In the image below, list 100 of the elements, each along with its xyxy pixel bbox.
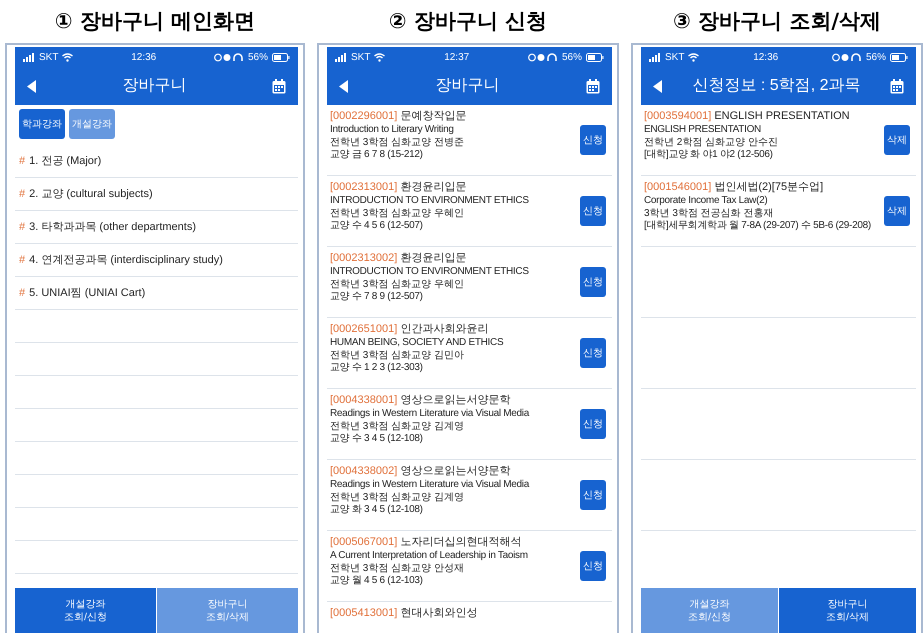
wifi-icon <box>688 52 700 62</box>
course-schedule: 교양 화 3 4 5 (12-108) <box>330 504 424 516</box>
hash-marker: # <box>19 220 26 235</box>
course-action-button[interactable]: 신청 <box>580 409 606 439</box>
course-action-button[interactable]: 신청 <box>580 267 606 297</box>
course-code: [0002296001] <box>330 110 398 122</box>
course-name: 영상으로읽는서양문학 <box>400 465 510 477</box>
status-icons <box>832 52 862 62</box>
calendar-icon[interactable] <box>890 78 904 94</box>
course-action-button[interactable]: 신청 <box>580 480 606 510</box>
course-english-title: Corporate Income Tax Law(2) <box>644 195 768 208</box>
course-info: 전학년 3학점 심화교양 안성재 <box>330 562 465 575</box>
screen-title: 장바구니 <box>435 76 500 96</box>
menu-label: 4. 연계전공과목 (interdisciplinary study) <box>29 252 223 268</box>
course-code: [0004338002] <box>330 465 398 477</box>
course-schedule: 교양 수 4 5 6 (12-507) <box>330 220 424 232</box>
calendar-icon[interactable] <box>272 78 286 94</box>
course-action-button[interactable]: 신청 <box>580 196 606 226</box>
menu-item[interactable]: # 3. 타학과과목 (other departments) <box>15 211 298 244</box>
course-name: 영상으로읽는서양문학 <box>400 394 510 406</box>
course-code: [0002313001] <box>330 181 398 193</box>
battery-icon <box>272 52 290 62</box>
course-name: 현대사회와인성 <box>400 607 478 619</box>
battery-icon <box>586 52 604 62</box>
course-code: [0002313002] <box>330 252 398 264</box>
back-icon[interactable] <box>27 80 37 92</box>
status-time: 12:37 <box>444 50 470 64</box>
course-name: 환경윤리입문 <box>400 181 466 193</box>
course-schedule: 교양 수 1 2 3 (12-303) <box>330 362 424 374</box>
status-time: 12:36 <box>131 50 156 64</box>
menu-item[interactable]: # 2. 교양 (cultural subjects) <box>15 178 298 211</box>
course-schedule: 교양 수 7 8 9 (12-507) <box>330 291 424 304</box>
menu-label: 1. 전공 (Major) <box>29 154 102 169</box>
course-action-button[interactable]: 삭제 <box>884 125 910 155</box>
course-schedule: 교양 월 4 5 6 (12-103) <box>330 575 424 588</box>
battery-percent: 56% <box>562 50 582 64</box>
course-action-button[interactable]: 신청 <box>580 338 606 368</box>
menu-label: 2. 교양 (cultural subjects) <box>29 186 153 202</box>
course-english-title: ENGLISH PRESENTATION <box>644 124 762 136</box>
course-code: [0001546001] <box>644 181 712 193</box>
hash-marker: # <box>19 186 26 202</box>
wifi-icon <box>374 52 386 62</box>
course-english-title: HUMAN BEING, SOCIETY AND ETHICS <box>330 337 504 350</box>
menu-label: 5. UNIAI찜 (UNIAI Cart) <box>29 286 146 301</box>
course-english-title: INTRODUCTION TO ENVIRONMENT ETHICS <box>330 195 530 208</box>
course-action-button[interactable]: 신청 <box>580 551 606 581</box>
course-info: 전학년 2학점 심화교양 안수진 <box>644 136 779 149</box>
course-english-title: INTRODUCTION TO ENVIRONMENT ETHICS <box>330 266 530 278</box>
hash-marker: # <box>19 252 26 268</box>
course-info: 전학년 3학점 심화교양 우혜인 <box>330 278 465 291</box>
course-english-title: Readings in Western Literature via Visual Media <box>330 408 530 420</box>
menu-item[interactable]: # 4. 연계전공과목 (interdisciplinary study) <box>15 244 298 277</box>
battery-icon <box>890 52 908 62</box>
back-icon[interactable] <box>339 80 349 92</box>
course-action-button[interactable]: 삭제 <box>884 196 910 226</box>
back-icon[interactable] <box>652 80 663 92</box>
course-code: [0005413001] <box>330 607 398 619</box>
course-info: 3학년 3학점 전공심화 전홍재 <box>644 208 774 220</box>
course-info: 전학년 3학점 심화교양 우혜인 <box>330 208 465 220</box>
menu-label: 3. 타학과과목 (other departments) <box>29 220 196 235</box>
hash-marker: # <box>19 154 26 169</box>
battery-percent: 56% <box>248 50 268 64</box>
bottom-tab[interactable]: 개설강좌 조회/신청 <box>640 588 778 633</box>
course-english-title: Introduction to Literary Writing <box>330 124 455 136</box>
menu-item[interactable]: # 1. 전공 (Major) <box>15 145 298 178</box>
course-code: [0002651001] <box>330 323 398 335</box>
bottom-tab[interactable]: 장바구니 조회/삭제 <box>157 588 298 633</box>
course-schedule: [대학]세무회계학과 월 7-8A (29-207) 수 5B-6 (29-208) <box>644 220 872 232</box>
course-english-title: A Current Interpretation of Leadership in Taoism <box>330 550 529 562</box>
carrier-label: SKT <box>664 50 684 64</box>
category-toggle[interactable]: 학과강좌 <box>19 109 65 139</box>
course-name: 노자리더십의현대적해석 <box>400 536 522 548</box>
course-code: [0003594001] <box>644 110 712 122</box>
carrier-label: SKT <box>39 50 58 64</box>
course-action-button[interactable]: 신청 <box>580 125 606 155</box>
screen-title: 장바구니 <box>122 76 186 96</box>
course-code: [0005067001] <box>330 536 398 548</box>
signal-icon <box>648 52 661 62</box>
status-icons <box>528 52 558 62</box>
course-schedule: 교양 수 3 4 5 (12-108) <box>330 433 424 446</box>
bottom-tab[interactable]: 장바구니 조회/삭제 <box>778 588 916 633</box>
course-code: [0004338001] <box>330 394 398 406</box>
screen-caption: ① 장바구니 메인화면 <box>54 8 256 35</box>
course-name: 인간과사회와윤리 <box>400 323 488 335</box>
course-info: 전학년 3학점 심화교양 전병준 <box>330 136 465 149</box>
screen-title: 신청정보 : 5학점, 2과목 <box>692 76 860 96</box>
calendar-icon[interactable] <box>586 78 600 94</box>
status-time: 12:36 <box>753 50 778 64</box>
hash-marker: # <box>19 286 26 301</box>
status-icons <box>214 52 244 62</box>
carrier-label: SKT <box>351 50 370 64</box>
course-name: 법인세법(2)[75분수업] <box>714 181 824 193</box>
screen-caption: ③ 장바구니 조회/삭제 <box>672 8 882 35</box>
menu-item[interactable]: # 5. UNIAI찜 (UNIAI Cart) <box>15 277 298 310</box>
category-toggle[interactable]: 개설강좌 <box>69 109 115 139</box>
signal-icon <box>23 52 35 62</box>
course-info: 전학년 3학점 심화교양 김민아 <box>330 350 465 362</box>
signal-icon <box>335 52 347 62</box>
course-info: 전학년 3학점 심화교양 김계영 <box>330 492 465 504</box>
bottom-tab[interactable]: 개설강좌 조회/신청 <box>15 588 156 633</box>
